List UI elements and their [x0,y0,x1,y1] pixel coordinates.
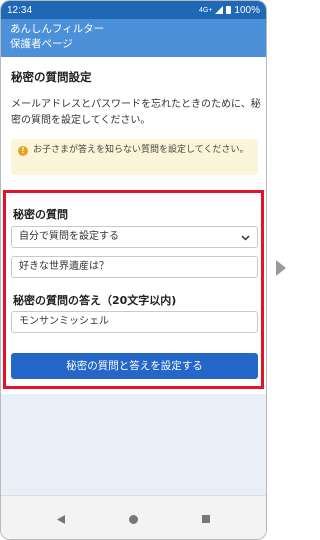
answer-label: 秘密の質問の答え（20文字以内) [13,294,177,307]
question-label: 秘密の質問 [13,208,68,221]
answer-input-value: モンサンミッシェル [19,316,109,327]
home-circle-icon[interactable] [129,515,138,524]
app-title: あんしんフィルター [10,23,105,35]
notice-text: お子さまが答えを知らない質問を設定してください。 [33,145,249,155]
status-time: 12:34 [7,4,33,16]
network-type: 4G+ [198,6,213,14]
recent-square-icon[interactable] [202,515,210,523]
answer-input[interactable]: モンサンミッシェル [11,311,258,333]
question-input-value: 好きな世界遺産は？ [19,261,109,272]
question-input[interactable]: 好きな世界遺産は？ [11,256,258,278]
page-content: 秘密の質問設定 メールアドレスとパスワードを忘れたときのために、秘密の質問を設定… [1,57,266,495]
chevron-down-icon [241,235,250,241]
back-triangle-icon[interactable] [57,515,65,524]
battery-level: 100% [234,4,260,16]
signal-icon [215,6,224,14]
system-nav-bar [1,495,266,539]
app-header: あんしんフィルター 保護者ページ [1,19,266,57]
footer-area [1,394,266,495]
status-indicators: 4G+ 100% [199,5,260,16]
phone-frame: 12:34 4G+ 100% あんしんフィルター 保護者ページ 秘密の質問設定 … [0,0,267,540]
status-bar: 12:34 4G+ 100% [1,1,266,19]
page-description: メールアドレスとパスワードを忘れたときのために、秘密の質問を設定してください。 [11,99,261,126]
page-title: 秘密の質問設定 [11,70,92,84]
exclamation-icon: ! [18,146,28,156]
submit-button[interactable]: 秘密の質問と答えを設定する [11,353,258,379]
question-select-value: 自分で質問を設定する [19,231,119,242]
app-subtitle: 保護者ページ [10,38,73,50]
question-select[interactable]: 自分で質問を設定する [11,226,258,248]
battery-icon [226,6,232,14]
next-arrow-icon [276,260,286,276]
notice-box: ! お子さまが答えを知らない質問を設定してください。 [11,139,258,175]
